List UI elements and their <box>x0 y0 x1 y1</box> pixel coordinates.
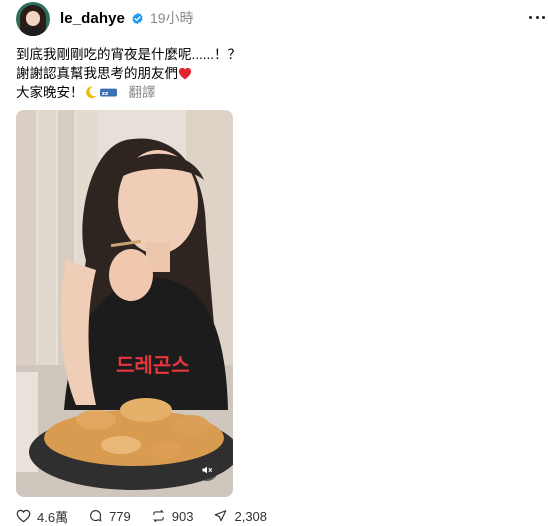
caption-line-2: 謝謝認真幫我思考的朋友們 <box>16 64 241 83</box>
video-player[interactable]: 드레곤스 <box>16 110 233 497</box>
crescent-moon-emoji <box>85 86 97 99</box>
reply-button[interactable]: 779 <box>88 509 131 524</box>
caption-line-2-text: 謝謝認真幫我思考的朋友們 <box>16 66 178 81</box>
translate-link[interactable]: 翻譯 <box>129 85 156 100</box>
post-actions: 4.6萬 779 903 2,308 <box>16 507 287 526</box>
svg-text:zz: zz <box>101 91 108 97</box>
verified-badge-icon <box>132 12 143 24</box>
mute-button[interactable] <box>196 459 218 481</box>
heart-outline-icon <box>16 509 31 523</box>
repost-icon <box>152 509 164 523</box>
repost-count: 903 <box>171 508 194 524</box>
share-button[interactable]: 2,308 <box>213 509 267 524</box>
repost-button[interactable]: 903 <box>151 508 194 524</box>
red-heart-emoji <box>178 67 192 80</box>
more-options-icon[interactable] <box>529 10 545 24</box>
post-caption: 到底我剛剛吃的宵夜是什麼呢......！？ 謝謝認真幫我思考的朋友們 大家晚安！… <box>16 45 241 102</box>
shirt-print: 드레곤스 <box>116 353 190 377</box>
video-frame: 드레곤스 <box>16 110 233 497</box>
comment-icon <box>90 510 102 522</box>
username[interactable]: le_dahye <box>60 10 125 27</box>
send-icon <box>215 510 227 522</box>
speaker-muted-icon <box>202 466 212 474</box>
zzz-sleeping-emoji: zz <box>99 88 117 97</box>
caption-line-1: 到底我剛剛吃的宵夜是什麼呢......！？ <box>16 47 242 62</box>
post-timestamp[interactable]: 19小時 <box>150 8 194 28</box>
like-button[interactable]: 4.6萬 <box>16 507 68 526</box>
caption-line-3: 大家晚安！ zz 翻譯 <box>16 83 241 102</box>
post-header: le_dahye 19小時 <box>60 9 194 27</box>
reply-count: 779 <box>109 508 131 524</box>
share-count: 2,308 <box>234 508 268 524</box>
caption-line-3-text: 大家晚安！ <box>16 85 84 100</box>
like-count: 4.6萬 <box>37 509 69 525</box>
avatar[interactable] <box>16 2 50 36</box>
